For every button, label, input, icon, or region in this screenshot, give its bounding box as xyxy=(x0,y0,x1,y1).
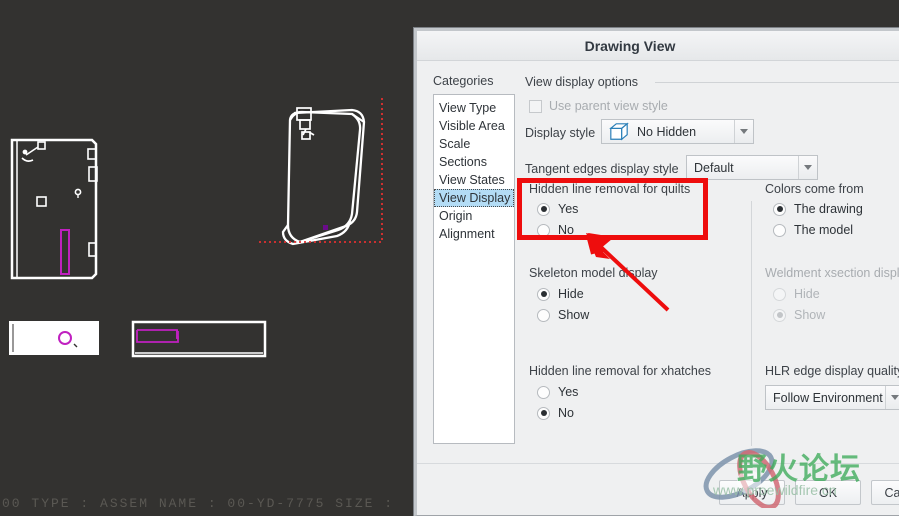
category-item-sections[interactable]: Sections xyxy=(434,153,514,171)
hlr-edge-quality-combobox[interactable]: Follow Environment xyxy=(765,385,899,410)
cube-icon xyxy=(609,122,629,141)
weldment-xsection-label-hide: Hide xyxy=(794,287,820,301)
hidden-line-xhatches-label-no: No xyxy=(558,406,574,420)
display-style-chevron-down-icon[interactable] xyxy=(734,120,753,143)
dialog-title: Drawing View xyxy=(584,37,676,54)
hidden-line-xhatches-radio-yes[interactable] xyxy=(537,385,550,399)
display-style-combobox[interactable]: No Hidden xyxy=(601,119,754,144)
cad-isometric-view xyxy=(258,98,383,246)
weldment-xsection-option-show: Show xyxy=(773,308,825,322)
hidden-line-quilts-title: Hidden line removal for quilts xyxy=(529,182,691,196)
category-item-visible-area[interactable]: Visible Area xyxy=(434,117,514,135)
hidden-line-quilts-option-no[interactable]: No xyxy=(537,223,574,237)
colors-come-from-radio-drawing[interactable] xyxy=(773,202,786,216)
skeleton-model-radio-show[interactable] xyxy=(537,308,550,322)
use-parent-view-style-row[interactable]: Use parent view style xyxy=(529,99,668,113)
colors-come-from-option-drawing[interactable]: The drawing xyxy=(773,202,863,216)
cad-side-view xyxy=(131,320,267,358)
cancel-button[interactable]: Cancel xyxy=(871,480,899,505)
tangent-edges-combobox[interactable]: Default xyxy=(686,155,818,180)
hlr-edge-quality-title: HLR edge display quality xyxy=(765,364,899,378)
skeleton-model-option-show[interactable]: Show xyxy=(537,308,589,322)
weldment-xsection-radio-hide xyxy=(773,287,786,301)
colors-come-from-label-drawing: The drawing xyxy=(794,202,863,216)
hidden-line-xhatches-radio-no[interactable] xyxy=(537,406,550,420)
hidden-line-quilts-option-yes[interactable]: Yes xyxy=(537,202,578,216)
view-display-options-title: View display options xyxy=(525,75,639,89)
view-display-options-rule xyxy=(655,82,899,83)
weldment-xsection-label-show: Show xyxy=(794,308,826,322)
tangent-edges-chevron-down-icon[interactable] xyxy=(798,156,817,179)
hidden-line-xhatches-title: Hidden line removal for xhatches xyxy=(529,364,712,378)
ok-button[interactable]: OK xyxy=(795,480,861,505)
tangent-edges-value: Default xyxy=(694,160,734,175)
status-bar: 00 TYPE : ASSEM NAME : 00-YD-7775 SIZE : xyxy=(0,490,420,516)
category-item-origin[interactable]: Origin xyxy=(434,207,514,225)
hlr-edge-quality-chevron-down-icon[interactable] xyxy=(885,386,899,409)
dialog-body: Categories View Type Visible Area Scale … xyxy=(417,61,899,466)
cad-front-view xyxy=(10,138,98,280)
category-item-scale[interactable]: Scale xyxy=(434,135,514,153)
tangent-edges-label: Tangent edges display style xyxy=(525,162,679,176)
skeleton-model-option-hide[interactable]: Hide xyxy=(537,287,584,301)
hidden-line-quilts-label-no: No xyxy=(558,223,574,237)
column-divider xyxy=(751,201,752,446)
hlr-edge-quality-value: Follow Environment xyxy=(773,390,883,405)
category-item-alignment[interactable]: Alignment xyxy=(434,225,514,243)
colors-come-from-radio-model[interactable] xyxy=(773,223,786,237)
view-display-pane: View display options Use parent view sty… xyxy=(525,61,899,466)
apply-button[interactable]: Apply xyxy=(719,480,785,505)
hidden-line-xhatches-option-yes[interactable]: Yes xyxy=(537,385,578,399)
cad-bottom-view xyxy=(9,321,99,355)
category-item-view-type[interactable]: View Type xyxy=(434,99,514,117)
categories-list[interactable]: View Type Visible Area Scale Sections Vi… xyxy=(433,94,515,444)
categories-label: Categories xyxy=(433,74,494,88)
weldment-xsection-option-hide: Hide xyxy=(773,287,820,301)
weldment-xsection-radio-show xyxy=(773,308,786,322)
use-parent-view-style-checkbox[interactable] xyxy=(529,99,542,113)
skeleton-model-label-show: Show xyxy=(558,308,590,322)
display-style-value: No Hidden xyxy=(637,124,697,139)
dialog-footer: Apply OK Cancel xyxy=(417,463,899,515)
skeleton-model-label-hide: Hide xyxy=(558,287,584,301)
colors-come-from-option-model[interactable]: The model xyxy=(773,223,853,237)
status-bar-text: 00 TYPE : ASSEM NAME : 00-YD-7775 SIZE : xyxy=(2,495,395,511)
hidden-line-xhatches-option-no[interactable]: No xyxy=(537,406,574,420)
drawing-view-dialog[interactable]: Drawing View Categories View Type Visibl… xyxy=(414,28,899,516)
display-style-label: Display style xyxy=(525,126,596,140)
dialog-titlebar[interactable]: Drawing View xyxy=(417,31,899,61)
hidden-line-xhatches-label-yes: Yes xyxy=(558,385,579,399)
colors-come-from-label-model: The model xyxy=(794,223,854,237)
skeleton-model-radio-hide[interactable] xyxy=(537,287,550,301)
screen: 00 TYPE : ASSEM NAME : 00-YD-7775 SIZE :… xyxy=(0,0,899,516)
category-item-view-states[interactable]: View States xyxy=(434,171,514,189)
weldment-xsection-title: Weldment xsection display xyxy=(765,266,899,280)
use-parent-view-style-label: Use parent view style xyxy=(549,99,668,113)
hidden-line-quilts-radio-no[interactable] xyxy=(537,223,550,237)
skeleton-model-display-title: Skeleton model display xyxy=(529,266,658,280)
category-item-view-display[interactable]: View Display xyxy=(434,189,514,207)
hidden-line-quilts-label-yes: Yes xyxy=(558,202,579,216)
hidden-line-quilts-radio-yes[interactable] xyxy=(537,202,550,216)
colors-come-from-title: Colors come from xyxy=(765,182,864,196)
